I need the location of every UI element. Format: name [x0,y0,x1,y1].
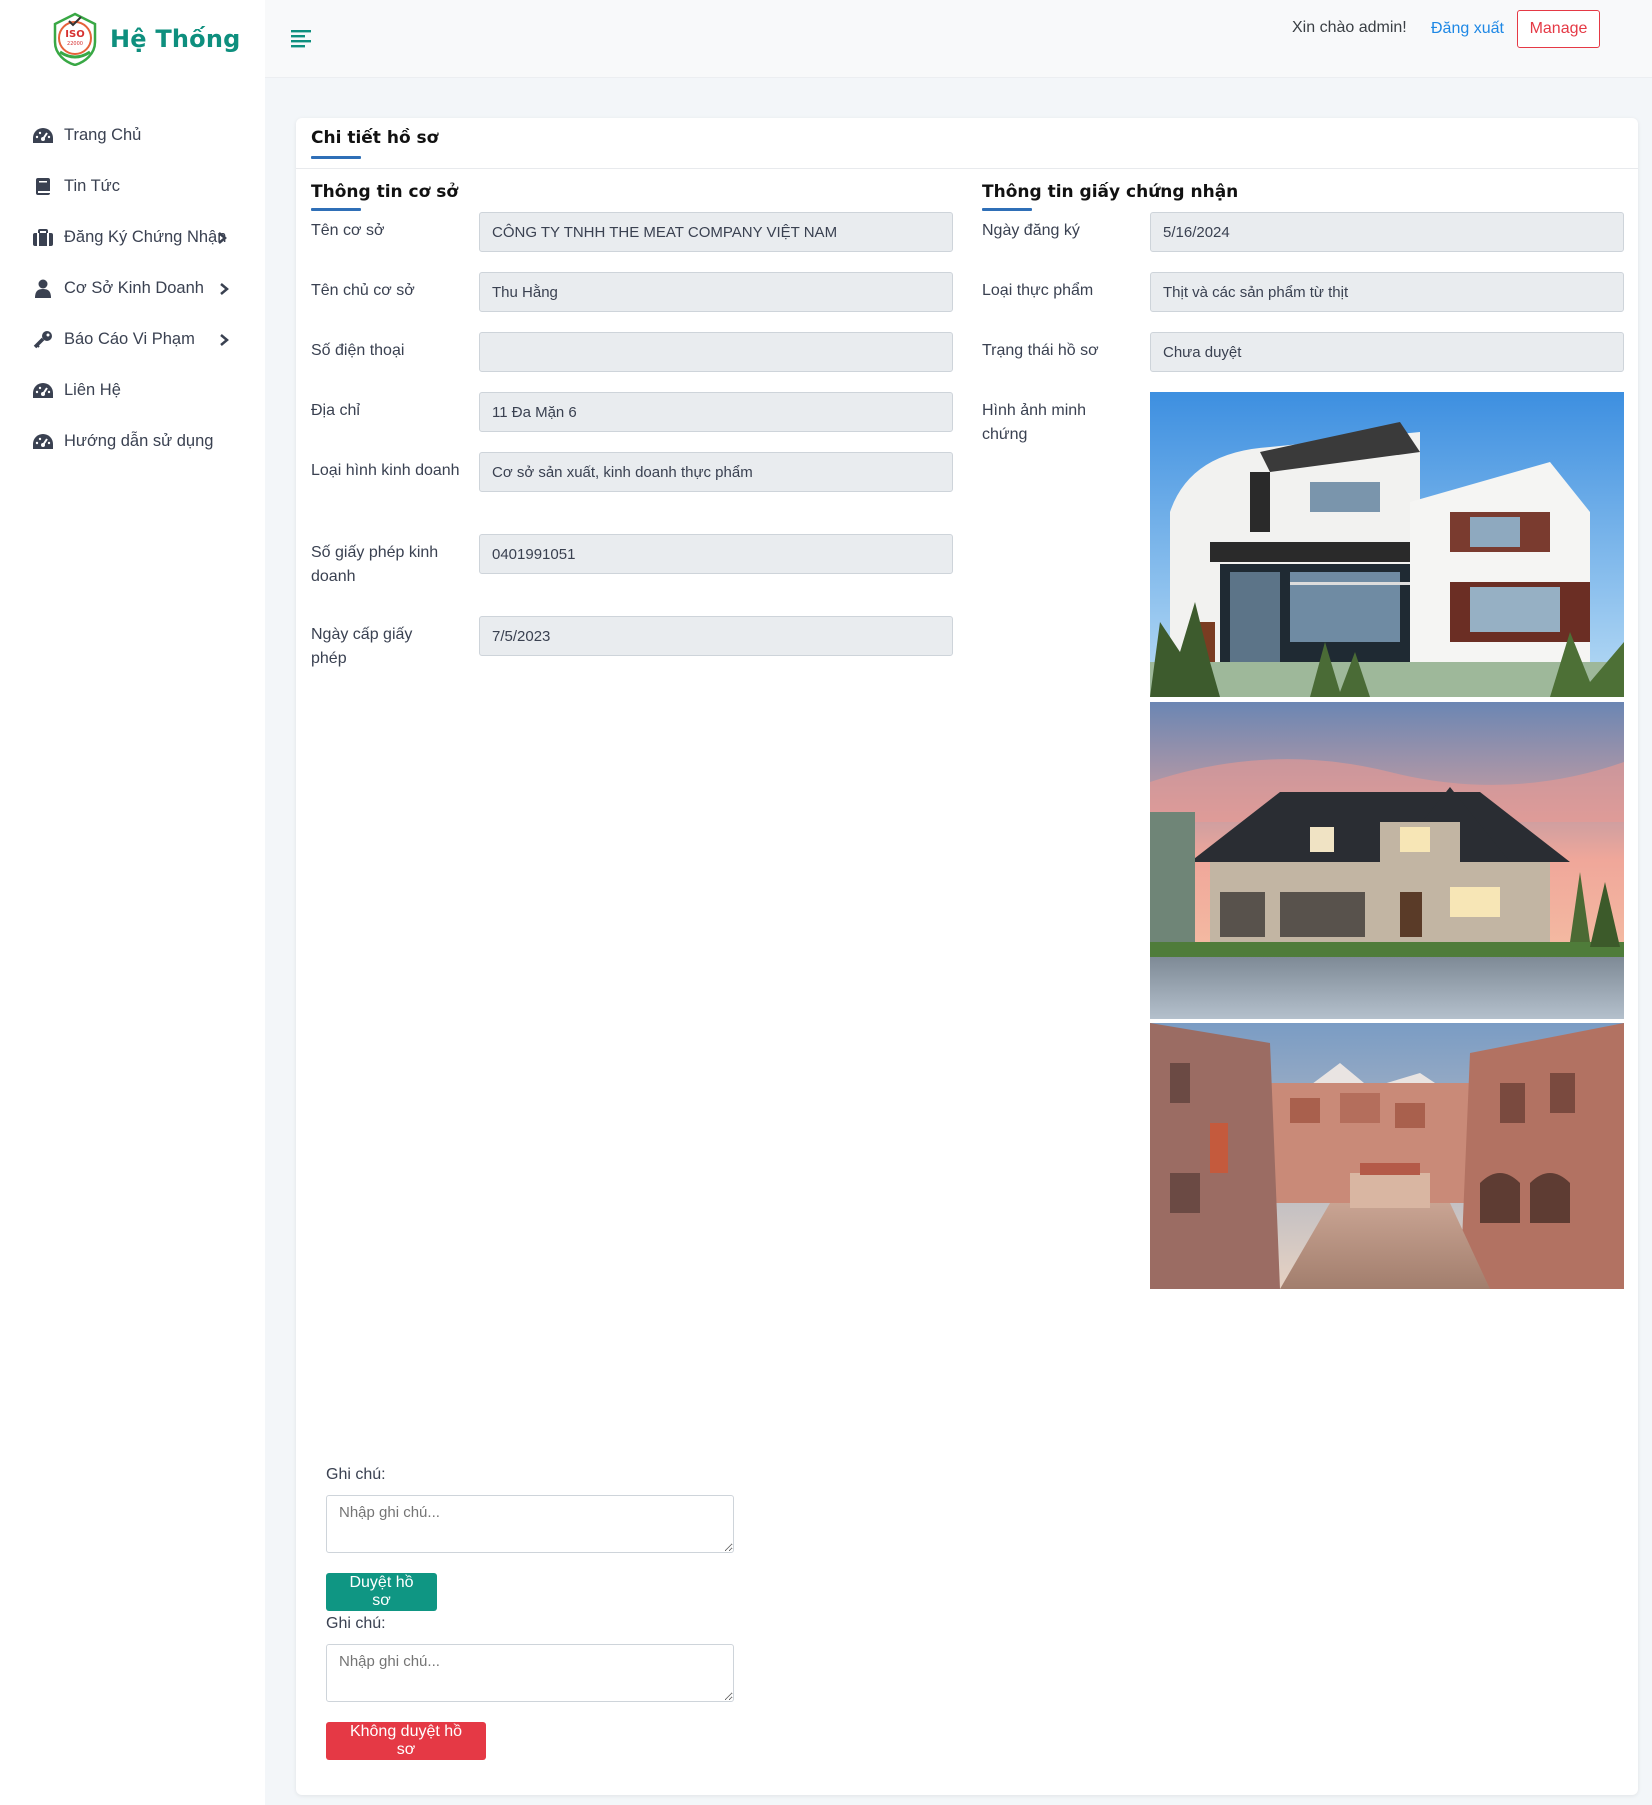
sidebar-item-label: Cơ Sở Kinh Doanh [64,279,204,297]
brand-title: Hệ Thống [110,25,241,53]
reject-note-input[interactable] [326,1644,734,1702]
key-icon [32,330,54,350]
sidebar-item-home[interactable]: Trang Chủ [0,110,265,161]
page-title-text: Chi tiết hồ sơ [311,128,439,148]
license-date-label: Ngày cấp giấy phép [311,626,413,667]
evidence-images-label: Hình ảnh minh chứng [982,402,1087,443]
address-field[interactable]: 11 Đa Mặn 6 [479,392,953,432]
sidebar-item-label: Đăng Ký Chứng Nhận [64,228,227,246]
certificate-section-title-text: Thông tin giấy chứng nhận [982,182,1239,202]
facility-section-title: Thông tin cơ sở [311,182,458,211]
license-date-field[interactable]: 7/5/2023 [479,616,953,656]
business-license-label: Số giấy phép kinh doanh [311,544,439,585]
owner-name-label: Tên chủ cơ sở [311,282,415,299]
svg-text:ISO: ISO [65,29,84,40]
facility-name-label: Tên cơ sở [311,222,385,239]
facility-section-title-text: Thông tin cơ sở [311,182,459,202]
menu-toggle-icon[interactable] [289,27,313,49]
sidebar-item-user-guide[interactable]: Hướng dẫn sử dụng [0,416,265,467]
title-underline [311,156,361,159]
status-field[interactable]: Chưa duyệt [1150,332,1624,372]
business-license-field[interactable]: 0401991051 [479,534,953,574]
topbar: Xin chào admin! Đăng xuất Manage [265,0,1652,78]
sidebar-item-label: Báo Cáo Vi Phạm [64,330,195,348]
evidence-image-suburban-house[interactable] [1150,702,1624,1019]
registration-date-field[interactable]: 5/16/2024 [1150,212,1624,252]
phone-label: Số điện thoại [311,342,405,359]
facility-name-field[interactable]: CÔNG TY TNHH THE MEAT COMPANY VIỆT NAM [479,212,953,252]
book-icon [32,177,54,197]
sidebar-item-business[interactable]: Cơ Sở Kinh Doanh [0,263,265,314]
greeting-text: Xin chào admin! [1292,19,1407,36]
reject-button[interactable]: Không duyệt hồ sơ [326,1722,486,1760]
business-type-field[interactable]: Cơ sở sản xuất, kinh doanh thực phẩm [479,452,953,492]
certificate-section-title: Thông tin giấy chứng nhận [982,182,1238,211]
page-title: Chi tiết hồ sơ [311,128,438,159]
registration-date-label: Ngày đăng ký [982,222,1080,239]
sidebar-item-label: Tin Tức [64,177,120,195]
phone-field[interactable] [479,332,953,372]
status-label: Trạng thái hồ sơ [982,342,1099,359]
evidence-image-modern-house[interactable] [1150,392,1624,697]
sidebar-item-label: Liên Hệ [64,381,121,399]
section-underline [311,208,361,211]
chevron-right-icon [220,334,229,346]
food-type-field[interactable]: Thịt và các sản phẩm từ thịt [1150,272,1624,312]
briefcase-icon [32,228,54,248]
sidebar-nav: Trang Chủ Tin Tức Đăng Ký Chứng Nhận Cơ … [0,110,265,467]
svg-text:22000: 22000 [67,41,83,47]
dashboard-icon [32,381,54,401]
iso-badge-icon: ISO 22000 [53,12,97,66]
section-underline [982,208,1032,211]
sidebar-item-violation-report[interactable]: Báo Cáo Vi Phạm [0,314,265,365]
chevron-right-icon [220,283,229,295]
profile-detail-card: Chi tiết hồ sơ Thông tin cơ sở Tên cơ sở… [296,118,1638,1795]
approve-note-input[interactable] [326,1495,734,1553]
chevron-right-icon [218,232,227,244]
approve-button[interactable]: Duyệt hồ sơ [326,1573,437,1611]
sidebar-item-label: Trang Chủ [64,126,142,144]
address-label: Địa chỉ [311,402,360,419]
food-type-label: Loại thực phẩm [982,282,1094,299]
logout-link[interactable]: Đăng xuất [1431,20,1504,38]
brand[interactable]: ISO 22000 Hệ Thống [52,12,241,66]
approve-note-label: Ghi chú: [326,1466,386,1483]
dashboard-icon [32,432,54,452]
sidebar-item-contact[interactable]: Liên Hệ [0,365,265,416]
reject-note-label: Ghi chú: [326,1615,386,1632]
sidebar-item-news[interactable]: Tin Tức [0,161,265,212]
sidebar: ISO 22000 Hệ Thống Trang Chủ Tin Tức Đăn… [0,0,265,1805]
sidebar-item-label: Hướng dẫn sử dụng [64,432,214,450]
owner-name-field[interactable]: Thu Hằng [479,272,953,312]
manage-button[interactable]: Manage [1517,10,1600,48]
dashboard-icon [32,126,54,146]
evidence-image-old-town[interactable] [1150,1023,1624,1289]
card-header: Chi tiết hồ sơ [296,118,1638,169]
business-type-label: Loại hình kinh doanh [311,462,460,479]
user-icon [32,279,54,299]
sidebar-item-certificate-registration[interactable]: Đăng Ký Chứng Nhận [0,212,265,263]
